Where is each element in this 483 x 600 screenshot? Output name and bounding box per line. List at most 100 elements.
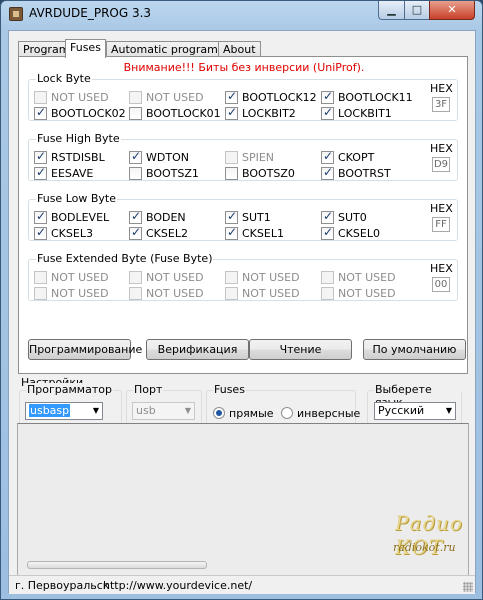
checkbox-box [129, 166, 142, 180]
checkbox-box [321, 286, 334, 300]
checkbox-lockbit1[interactable]: LOCKBIT1 [321, 105, 392, 120]
chevron-down-icon: ▼ [445, 406, 452, 415]
programmer-label: Программатор [26, 383, 113, 396]
checkbox-lockbit2[interactable]: LOCKBIT2 [225, 105, 296, 120]
checkbox-cksel0[interactable]: CKSEL0 [321, 225, 380, 240]
title-bar[interactable]: AVRDUDE_PROG 3.3 ▁ □ ✕ [1, 1, 482, 29]
checkbox-cksel2[interactable]: CKSEL2 [129, 225, 188, 240]
checkbox-bootrst[interactable]: BOOTRST [321, 165, 391, 180]
checkbox-cksel1[interactable]: CKSEL1 [225, 225, 284, 240]
minimize-button[interactable]: ▁ [378, 1, 405, 20]
status-bar: г. Первоуральск http://www.yourdevice.ne… [9, 575, 475, 594]
checkbox-boden[interactable]: BODEN [129, 209, 186, 224]
checkbox-bootlock01[interactable]: BOOTLOCK01 [129, 106, 221, 120]
checkbox-box [34, 286, 47, 300]
program-button[interactable]: Программирование [28, 339, 142, 360]
checkbox-box [34, 165, 47, 180]
checkbox-label: SUT0 [338, 210, 367, 224]
group-title: Lock Byte [36, 72, 92, 85]
checkbox-spien[interactable]: SPIEN [225, 150, 274, 164]
checkbox-label: BOOTLOCK11 [338, 90, 413, 104]
port-value: usb [136, 404, 156, 417]
checkbox-sut1[interactable]: SUT1 [225, 209, 271, 224]
checkbox-cksel3[interactable]: CKSEL3 [34, 225, 93, 240]
hex-value-field[interactable]: 00 [432, 277, 450, 292]
checkbox-not-used[interactable]: NOT USED [34, 90, 109, 104]
checkbox-label: RSTDISBL [51, 150, 105, 164]
close-button[interactable]: ✕ [429, 1, 475, 20]
checkbox-bodlevel[interactable]: BODLEVEL [34, 209, 109, 224]
checkbox-box [321, 209, 334, 224]
checkbox-box [34, 105, 47, 120]
radio-inverse-label: инверсные [297, 406, 361, 420]
checkbox-box [321, 270, 334, 284]
chevron-down-icon: ▼ [92, 406, 99, 415]
checkbox-label: BOOTLOCK01 [146, 106, 221, 120]
resize-grip[interactable] [463, 582, 473, 592]
radio-inverse[interactable]: инверсные [281, 406, 360, 420]
checkbox-ckopt[interactable]: CKOPT [321, 149, 375, 164]
hex-label: HEX [430, 262, 453, 275]
checkbox-not-used[interactable]: NOT USED [321, 270, 396, 284]
checkbox-rstdisbl[interactable]: RSTDISBL [34, 149, 105, 164]
checkbox-box [225, 105, 238, 120]
language-select[interactable]: Русский ▼ [374, 402, 456, 420]
checkbox-box [34, 209, 47, 224]
checkbox-not-used[interactable]: NOT USED [129, 286, 204, 300]
checkbox-eesave[interactable]: EESAVE [34, 165, 93, 180]
checkbox-label: CKOPT [338, 150, 375, 164]
checkbox-label: WDTON [146, 150, 189, 164]
checkbox-label: NOT USED [338, 286, 396, 300]
checkbox-box [225, 166, 238, 180]
chevron-down-icon: ▼ [184, 406, 191, 415]
app-window: AVRDUDE_PROG 3.3 ▁ □ ✕ Program Fuses Aut… [0, 0, 483, 600]
checkbox-wdton[interactable]: WDTON [129, 149, 189, 164]
horizontal-scrollbar[interactable] [27, 561, 207, 569]
checkbox-box [129, 286, 142, 300]
hex-value-field[interactable]: D9 [432, 157, 450, 172]
port-select[interactable]: usb ▼ [132, 402, 195, 420]
checkbox-bootlock11[interactable]: BOOTLOCK11 [321, 89, 413, 104]
checkbox-not-used[interactable]: NOT USED [321, 286, 396, 300]
lock-byte-group: Lock Byte NOT USED NOT USED BOOTLOCK12 BOOT… [28, 72, 458, 121]
checkbox-label: NOT USED [51, 286, 109, 300]
checkbox-not-used[interactable]: NOT USED [129, 270, 204, 284]
checkbox-bootsz1[interactable]: BOOTSZ1 [129, 166, 199, 180]
checkbox-bootlock12[interactable]: BOOTLOCK12 [225, 89, 317, 104]
checkbox-box [34, 149, 47, 164]
maximize-button[interactable]: □ [404, 1, 430, 20]
checkbox-box [129, 90, 142, 104]
checkbox-label: BOOTLOCK12 [242, 90, 317, 104]
checkbox-box [129, 149, 142, 164]
read-button[interactable]: Чтение [249, 339, 352, 360]
window-title: AVRDUDE_PROG 3.3 [29, 6, 152, 20]
checkbox-box [321, 89, 334, 104]
checkbox-box [321, 165, 334, 180]
status-city: г. Первоуральск [15, 579, 110, 592]
checkbox-not-used[interactable]: NOT USED [34, 286, 109, 300]
checkbox-label: BOOTLOCK02 [51, 106, 126, 120]
programmer-select[interactable]: usbasp ▼ [25, 402, 103, 420]
group-title: Fuse Extended Byte (Fuse Byte) [36, 252, 214, 265]
group-title: Fuse High Byte [36, 132, 121, 145]
checkbox-box [225, 286, 238, 300]
checkbox-label: NOT USED [242, 270, 300, 284]
checkbox-sut0[interactable]: SUT0 [321, 209, 367, 224]
checkbox-not-used[interactable]: NOT USED [129, 90, 204, 104]
checkbox-label: NOT USED [338, 270, 396, 284]
default-button[interactable]: По умолчанию [363, 339, 466, 360]
tab-about[interactable]: About [218, 41, 261, 57]
checkbox-bootlock02[interactable]: BOOTLOCK02 [34, 105, 126, 120]
verify-button[interactable]: Верификация [146, 339, 249, 360]
status-url-link[interactable]: http://www.yourdevice.net/ [103, 579, 252, 592]
checkbox-bootsz0[interactable]: BOOTSZ0 [225, 166, 295, 180]
hex-value-field[interactable]: FF [432, 217, 450, 232]
hex-value-field[interactable]: 3F [432, 97, 450, 112]
tab-fuses[interactable]: Fuses [65, 39, 106, 58]
port-label: Порт [133, 383, 164, 396]
checkbox-not-used[interactable]: NOT USED [34, 270, 109, 284]
checkbox-not-used[interactable]: NOT USED [225, 270, 300, 284]
checkbox-not-used[interactable]: NOT USED [225, 286, 300, 300]
radio-direct[interactable]: прямые [213, 406, 274, 420]
hex-label: HEX [430, 202, 453, 215]
